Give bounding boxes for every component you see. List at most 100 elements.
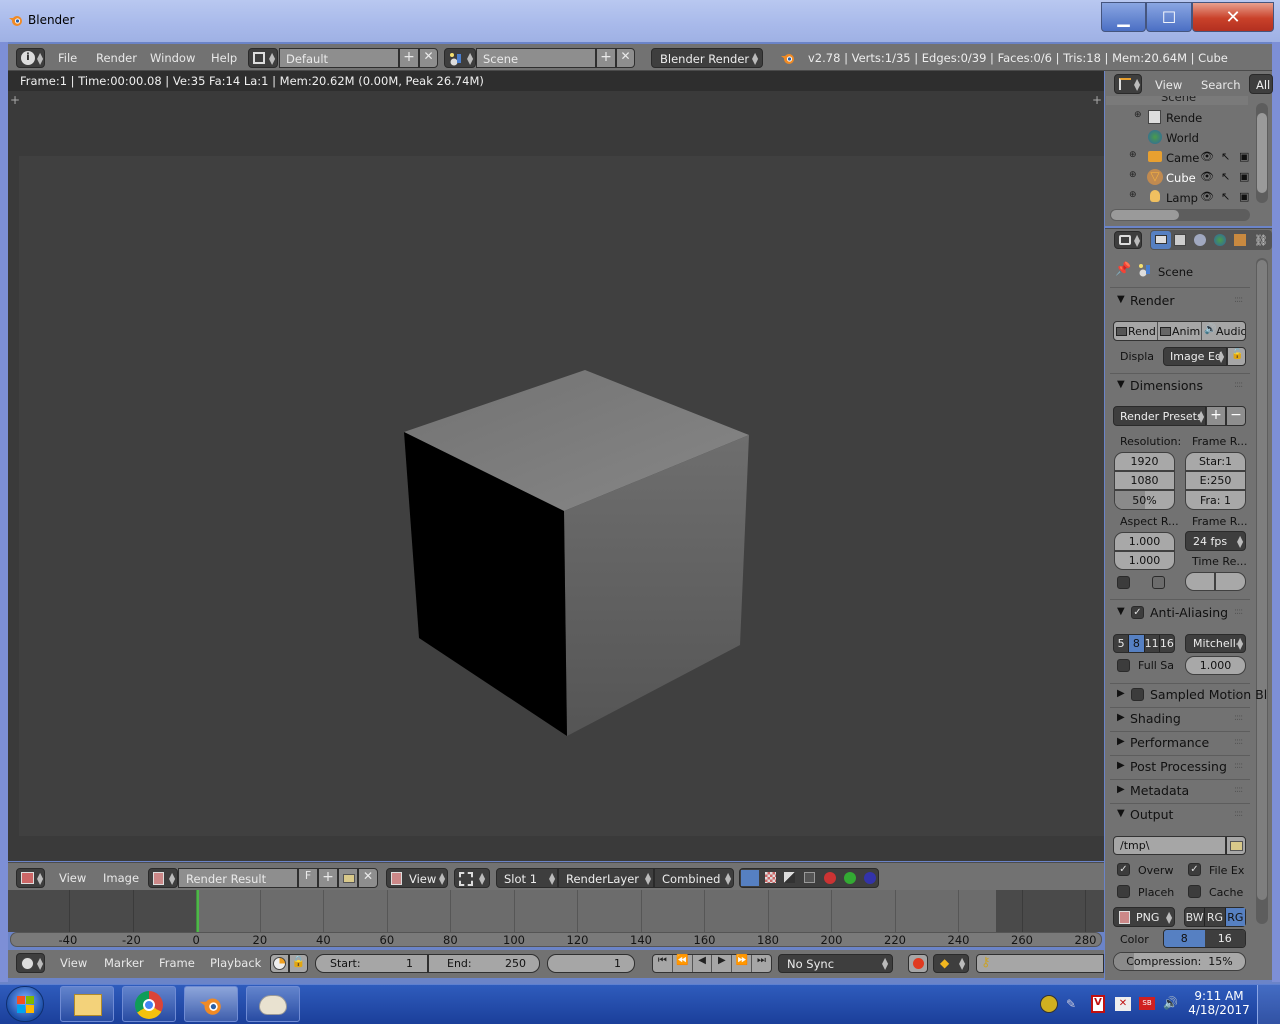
outliner-menu-view[interactable]: View [1155,78,1182,92]
color-mode-rgb[interactable]: RG [1205,908,1226,926]
timeline-menu-marker[interactable]: Marker [104,956,144,970]
aa-sample-option-selected[interactable]: 8 [1129,635,1145,652]
screen-layout-field[interactable]: Default [279,48,399,68]
menu-view[interactable]: View [59,871,86,885]
sync-mode-select[interactable]: No Sync ▲ ▼ [778,954,893,973]
drag-grip-icon[interactable]: :::: [1234,737,1243,747]
editor-type-outliner-button[interactable]: ▲ ▼ [1114,74,1142,94]
color-alpha-toggle[interactable] [741,870,759,886]
display-mode-select[interactable]: Image Ed ▲ ▼ [1163,347,1227,366]
renderability-camera-icon[interactable]: ▣ [1239,150,1249,163]
add-screen-button[interactable]: + [399,48,419,68]
scrollbar-thumb[interactable] [1111,210,1179,220]
z-buffer-toggle[interactable] [784,872,795,883]
preview-range-toggle[interactable] [270,954,289,973]
aspect-y-field[interactable]: 1.000 [1114,551,1175,570]
expand-icon[interactable]: ⊕ [1129,150,1137,160]
crop-checkbox[interactable] [1152,576,1165,589]
expand-icon[interactable]: ⊕ [1134,110,1142,120]
expand-icon[interactable]: ⊕ [1129,190,1137,200]
editor-type-timeline-button[interactable]: ▲ ▼ [16,953,45,973]
scrollbar-thumb[interactable] [1257,260,1267,900]
minimize-button[interactable]: ▁ [1101,2,1146,32]
outliner-item-world[interactable]: World [1106,128,1246,148]
current-frame-field[interactable]: 1 [547,954,635,973]
tray-usb-icon[interactable]: SB [1139,997,1155,1010]
tray-network-icon[interactable] [1040,995,1058,1013]
resolution-percentage-slider[interactable]: 50% [1114,490,1175,510]
tab-constraints[interactable]: ⛓ [1254,234,1268,247]
renderability-camera-icon[interactable]: ▣ [1239,190,1249,203]
motion-blur-checkbox[interactable] [1131,688,1144,701]
frame-end-field[interactable]: E:250 [1185,471,1246,490]
red-channel-toggle[interactable] [824,872,836,884]
output-path-field[interactable]: /tmp\ [1113,836,1226,855]
color-depth-16[interactable]: 16 [1204,930,1245,947]
start-frame-field[interactable]: Start: 1 [315,954,428,973]
window-titlebar[interactable]: Blender [0,0,1280,42]
selectability-cursor-icon[interactable]: ↖ [1221,190,1230,203]
frame-start-field[interactable]: Star:1 [1185,452,1246,471]
maximize-button[interactable]: ☐ [1146,2,1192,32]
resolution-x-field[interactable]: 1920 [1114,452,1175,471]
image-name-field[interactable]: Render Result [178,868,298,888]
full-sample-checkbox[interactable] [1117,659,1130,672]
drag-grip-icon[interactable]: :::: [1234,713,1243,723]
close-button[interactable]: ✕ [1192,2,1274,32]
render-layer-select[interactable]: RenderLayer ▲ ▼ [558,868,654,888]
expand-icon[interactable]: ⊕ [1129,170,1137,180]
keying-set-field[interactable]: ⚷ [976,954,1104,973]
region-expand-icon[interactable]: + [1092,93,1102,107]
drag-grip-icon[interactable]: :::: [1234,761,1243,771]
timeline-menu-view[interactable]: View [60,956,87,970]
timeline-scrollbar[interactable] [10,932,1102,947]
color-mode-bw[interactable]: BW [1185,908,1206,926]
view-mode-select[interactable]: View ▲ ▼ [386,868,448,888]
panel-header-collapsed[interactable]: ▶ Sampled Motion Bl:::: [1110,686,1267,704]
outliner-vertical-scrollbar[interactable] [1256,103,1268,203]
drag-grip-icon[interactable]: :::: [1234,380,1243,390]
scene-name-field[interactable]: Scene [476,48,596,68]
outliner-item-renderlayers[interactable]: ⊕ Rende [1106,108,1246,128]
pin-icon[interactable]: 📌 [1115,262,1131,277]
new-image-button[interactable]: + [318,868,338,888]
aa-filter-size-field[interactable]: 1.000 [1185,656,1246,675]
unlink-image-button[interactable]: ✕ [358,868,378,888]
drag-grip-icon[interactable]: :::: [1234,689,1243,699]
taskbar-file-explorer[interactable] [60,986,114,1022]
outliner-menu-search[interactable]: Search [1201,78,1241,92]
cache-result-checkbox[interactable] [1188,885,1201,898]
file-format-select[interactable]: PNG ▲ ▼ [1113,907,1175,927]
panel-header-collapsed[interactable]: ▶ Shading:::: [1110,710,1250,728]
fake-user-button[interactable]: F [298,868,318,888]
panel-header-anti-aliasing[interactable]: ▼ ✓ Anti-Aliasing :::: [1110,604,1250,622]
region-expand-icon[interactable]: + [10,93,20,107]
tray-action-center-icon[interactable]: ✕ [1115,997,1131,1011]
alpha-toggle[interactable] [765,872,776,883]
overwrite-checkbox[interactable]: ✓ [1117,863,1130,876]
jump-end-button[interactable]: ⏭ [752,955,771,972]
time-remap-old-field[interactable] [1185,572,1215,591]
timeline-area[interactable] [8,890,1104,932]
editor-type-image-button[interactable]: ▲ ▼ [16,868,45,888]
timeline-menu-playback[interactable]: Playback [210,956,261,970]
panel-header-collapsed[interactable]: ▶ Performance:::: [1110,734,1250,752]
show-desktop-button[interactable] [1257,985,1280,1024]
end-frame-field[interactable]: End: 250 [428,954,540,973]
lock-range-toggle[interactable]: 🔒 [289,954,308,973]
menu-file[interactable]: File [58,51,77,65]
taskbar-clock[interactable]: 9:11 AM 4/18/2017 [1188,989,1250,1017]
auto-keyframe-toggle[interactable] [908,954,928,973]
render-still-button[interactable]: Rend [1114,322,1158,340]
menu-window[interactable]: Window [150,51,195,65]
image-browse-button[interactable]: ▲ ▼ [148,868,178,888]
resolution-y-field[interactable]: 1080 [1114,471,1175,490]
editor-type-info-button[interactable]: i ▲ ▼ [16,48,45,68]
frame-rate-select[interactable]: 24 fps ▲ ▼ [1185,531,1246,551]
lock-interface-toggle[interactable]: 🔓 [1227,347,1246,366]
placeholders-checkbox[interactable] [1117,885,1130,898]
anti-aliasing-checkbox[interactable]: ✓ [1131,606,1144,619]
tray-antivirus-icon[interactable]: V [1091,995,1105,1013]
tab-render[interactable] [1151,231,1171,249]
jump-keyframe-back-button[interactable]: ⏪ [673,955,693,972]
